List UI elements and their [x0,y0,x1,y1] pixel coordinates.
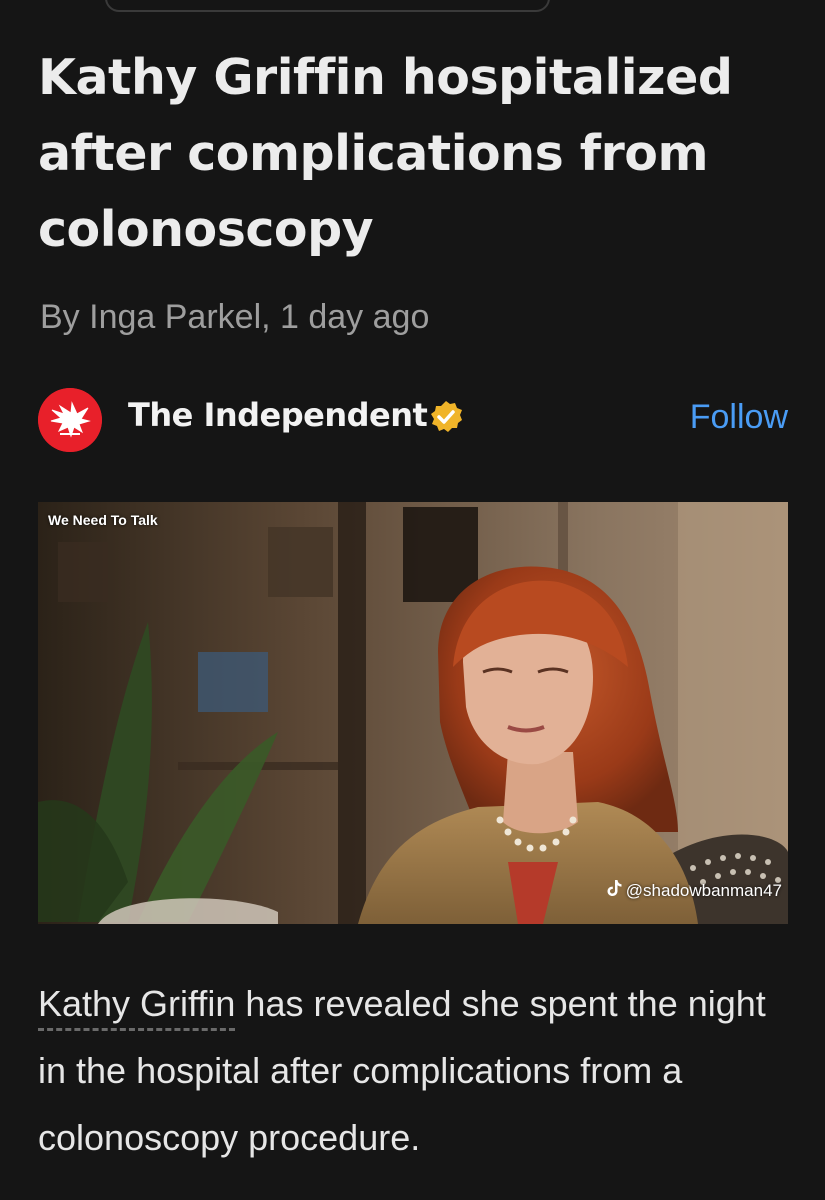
follow-button[interactable]: Follow [690,398,788,437]
search-bar-edge[interactable] [105,0,550,12]
article-video[interactable]: We Need To Talk @shadowbanman47 [38,502,788,924]
eagle-icon[interactable] [38,388,102,452]
watermark-handle: @shadowbanman47 [625,880,782,900]
publisher-row: The Independent Follow [38,388,788,452]
tiktok-watermark: @shadowbanman47 [606,879,782,902]
article-lead-paragraph: Kathy Griffin has revealed she spent the… [38,970,798,1171]
article-headline: Kathy Griffin hospitalized after complic… [38,49,733,258]
publisher-name[interactable]: The Independent [128,396,428,434]
video-show-label: We Need To Talk [48,512,158,528]
article-page: Kathy Griffin hospitalized after complic… [0,0,825,1200]
person-link[interactable]: Kathy Griffin [38,983,236,1031]
verified-badge-icon [429,400,463,434]
article-byline: By Inga Parkel, 1 day ago [40,298,430,336]
tiktok-icon [606,879,622,902]
video-frame-image [38,502,788,924]
